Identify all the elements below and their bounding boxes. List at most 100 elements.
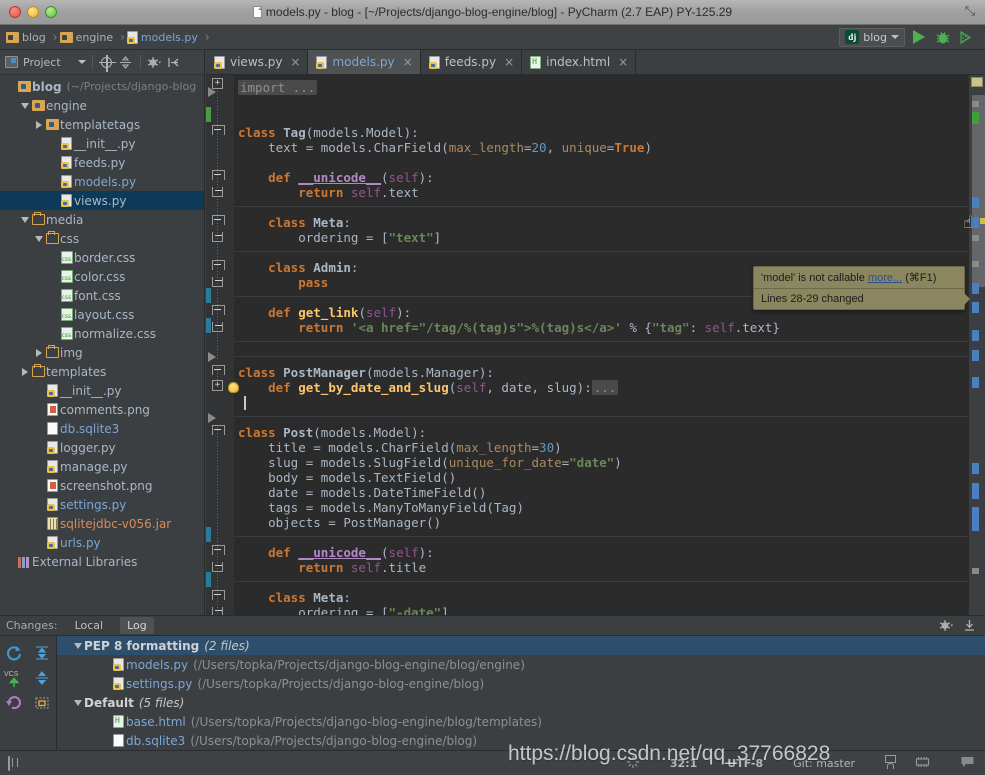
- tree-item-templates[interactable]: templates: [0, 362, 204, 381]
- close-icon[interactable]: ×: [618, 56, 628, 68]
- tree-item-views-py[interactable]: views.py: [0, 191, 204, 210]
- stripe-marker[interactable]: [972, 377, 979, 388]
- tree-twisty[interactable]: [32, 236, 45, 242]
- changelist-file-row[interactable]: settings.py(/Users/topka/Projects/django…: [57, 674, 985, 693]
- error-stripe-marker-bar[interactable]: [968, 75, 985, 615]
- caret-position[interactable]: 32:1: [670, 757, 697, 770]
- fold-end-icon[interactable]: [212, 607, 223, 615]
- hide-panel-icon[interactable]: [166, 54, 182, 70]
- stripe-marker[interactable]: [972, 197, 979, 208]
- changes-list[interactable]: PEP 8 formatting(2 files)models.py(/User…: [57, 636, 985, 751]
- collapse-arrow-icon[interactable]: [35, 236, 43, 242]
- breadcrumb-item-blog[interactable]: blog ›: [6, 25, 60, 50]
- code-text[interactable]: import ...class Tag(models.Model): text …: [234, 75, 985, 615]
- tree-item-color-css[interactable]: color.css: [0, 267, 204, 286]
- revert-icon[interactable]: [0, 690, 28, 715]
- fold-end-icon[interactable]: [212, 232, 223, 242]
- refresh-icon[interactable]: [0, 640, 28, 665]
- stripe-marker[interactable]: [972, 483, 979, 499]
- run-gutter-icon[interactable]: [208, 352, 216, 362]
- settings-icon[interactable]: [938, 618, 954, 634]
- stripe-marker[interactable]: [972, 302, 979, 313]
- breadcrumb-item-models[interactable]: models.py ›: [127, 25, 212, 50]
- tree-item-templatetags[interactable]: templatetags: [0, 115, 204, 134]
- expand-arrow-icon[interactable]: [36, 349, 42, 357]
- expand-all-icon[interactable]: [28, 640, 56, 665]
- inspection-status-icon[interactable]: [971, 77, 983, 87]
- tree-item-feeds-py[interactable]: feeds.py: [0, 153, 204, 172]
- collapse-arrow-icon[interactable]: [71, 643, 84, 649]
- fold-expand-icon[interactable]: +: [212, 380, 223, 391]
- tree-item-css[interactable]: css: [0, 229, 204, 248]
- new-changelist-icon[interactable]: [28, 690, 56, 715]
- changelist-group-pep-8-formatting[interactable]: PEP 8 formatting(2 files): [57, 636, 985, 655]
- background-process-icon[interactable]: [626, 755, 640, 772]
- editor-tab-index-html[interactable]: index.html×: [522, 50, 636, 74]
- tree-item-img[interactable]: img: [0, 343, 204, 362]
- fold-collapse-icon[interactable]: [212, 305, 223, 316]
- notifications-icon[interactable]: [960, 756, 975, 771]
- tree-item-external-libraries[interactable]: External Libraries: [0, 552, 204, 571]
- stripe-marker-added[interactable]: [972, 112, 979, 124]
- tree-item-layout-css[interactable]: layout.css: [0, 305, 204, 324]
- stripe-marker[interactable]: [972, 101, 979, 107]
- collapse-all-icon[interactable]: [118, 54, 134, 70]
- close-button[interactable]: [9, 6, 21, 18]
- fold-collapse-icon[interactable]: [212, 545, 223, 556]
- editor-tab-views-py[interactable]: views.py×: [206, 50, 308, 74]
- editor-tab-models-py[interactable]: models.py×: [308, 50, 420, 74]
- editor-gutter[interactable]: + +: [206, 75, 234, 615]
- tree-item-engine[interactable]: engine: [0, 96, 204, 115]
- tree-item-urls-py[interactable]: urls.py: [0, 533, 204, 552]
- tree-item-comments-png[interactable]: comments.png: [0, 400, 204, 419]
- hide-panel-icon[interactable]: [961, 618, 977, 634]
- scroll-from-source-icon[interactable]: [99, 54, 115, 70]
- fold-collapse-icon[interactable]: [212, 260, 223, 271]
- run-button[interactable]: [909, 27, 929, 47]
- tree-twisty[interactable]: [32, 121, 45, 129]
- fold-end-icon[interactable]: [212, 562, 223, 572]
- toggle-toolbars-icon[interactable]: [8, 757, 10, 770]
- tree-twisty[interactable]: [18, 368, 31, 376]
- breadcrumb-item-engine[interactable]: engine ›: [60, 25, 127, 50]
- collapse-arrow-icon[interactable]: [21, 217, 29, 223]
- tree-item-border-css[interactable]: border.css: [0, 248, 204, 267]
- fold-end-icon[interactable]: [212, 277, 223, 287]
- stripe-marker[interactable]: [972, 283, 979, 294]
- file-encoding[interactable]: UTF-8: [727, 757, 763, 770]
- tree-twisty[interactable]: [18, 217, 31, 223]
- tree-twisty[interactable]: [18, 103, 31, 109]
- tab-local[interactable]: Local: [68, 617, 111, 634]
- run-gutter-icon[interactable]: [208, 413, 216, 423]
- close-icon[interactable]: ×: [290, 56, 300, 68]
- tree-item-sqlitejdbc-v056-jar[interactable]: sqlitejdbc-v056.jar: [0, 514, 204, 533]
- code-editor[interactable]: + +: [206, 75, 985, 615]
- fold-end-icon[interactable]: [212, 322, 223, 332]
- tree-item-db-sqlite3[interactable]: db.sqlite3: [0, 419, 204, 438]
- collapse-all-icon[interactable]: [28, 665, 56, 690]
- close-icon[interactable]: ×: [403, 56, 413, 68]
- memory-indicator-icon[interactable]: [915, 756, 930, 771]
- fold-collapse-icon[interactable]: [212, 590, 223, 601]
- fullscreen-icon[interactable]: ⤡: [963, 5, 977, 19]
- tree-item-models-py[interactable]: models.py: [0, 172, 204, 191]
- settings-icon[interactable]: [147, 54, 163, 70]
- fold-collapse-icon[interactable]: [212, 365, 223, 376]
- fold-collapse-icon[interactable]: [212, 215, 223, 226]
- tooltip-more-link[interactable]: more...: [868, 272, 902, 284]
- vcs-branch[interactable]: Git: master: [793, 757, 855, 770]
- stripe-marker[interactable]: [972, 235, 979, 241]
- close-icon[interactable]: ×: [504, 56, 514, 68]
- project-tree[interactable]: blog(~/Projects/django-blogenginetemplat…: [0, 75, 204, 615]
- coverage-button[interactable]: [957, 27, 977, 47]
- editor-tab-feeds-py[interactable]: feeds.py×: [421, 50, 522, 74]
- tree-item-screenshot-png[interactable]: screenshot.png: [0, 476, 204, 495]
- tree-item-media[interactable]: media: [0, 210, 204, 229]
- stripe-marker[interactable]: [972, 463, 979, 474]
- intention-bulb-icon[interactable]: [228, 382, 239, 393]
- stripe-marker[interactable]: [972, 261, 979, 267]
- tree-item-font-css[interactable]: font.css: [0, 286, 204, 305]
- changelist-group-default[interactable]: Default(5 files): [57, 693, 985, 712]
- fold-end-icon[interactable]: [212, 187, 223, 197]
- tree-item-manage-py[interactable]: manage.py: [0, 457, 204, 476]
